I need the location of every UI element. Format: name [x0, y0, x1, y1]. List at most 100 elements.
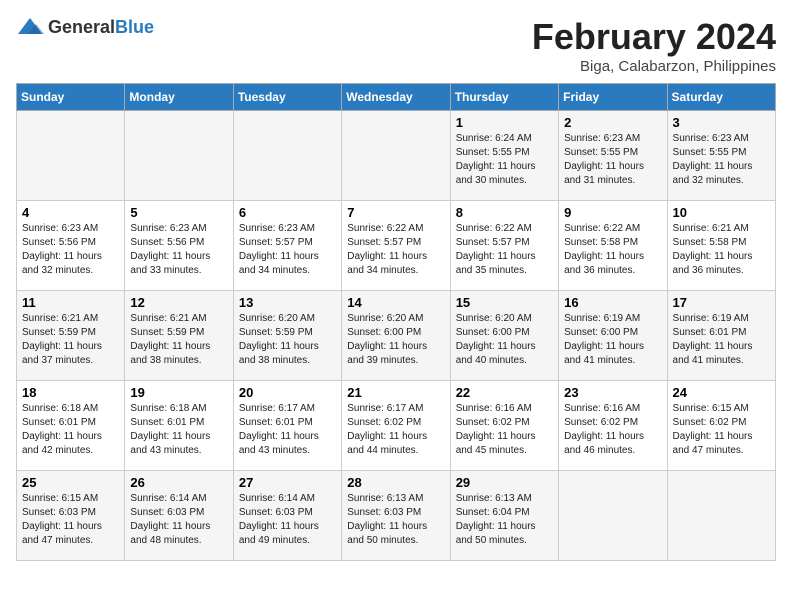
day-number: 12: [130, 295, 227, 310]
calendar-cell: 11Sunrise: 6:21 AM Sunset: 5:59 PM Dayli…: [17, 291, 125, 381]
day-info: Sunrise: 6:18 AM Sunset: 6:01 PM Dayligh…: [130, 402, 227, 458]
calendar-cell: 2 Sunrise: 6:23 AM Sunset: 5:55 PM Daylig…: [559, 111, 667, 201]
day-number: 19: [130, 385, 227, 400]
day-info: Sunrise: 6:21 AM Sunset: 5:59 PM Dayligh…: [130, 312, 227, 368]
day-info: Sunrise: 6:17 AM Sunset: 6:01 PM Dayligh…: [239, 402, 336, 458]
day-info: Sunrise: 6:24 AM Sunset: 5:55 PM Dayligh…: [456, 132, 553, 188]
day-number: 14: [347, 295, 444, 310]
calendar-cell: 29Sunrise: 6:13 AM Sunset: 6:04 PM Dayli…: [450, 471, 558, 561]
logo-general: General: [48, 17, 115, 37]
logo-blue: Blue: [115, 17, 154, 37]
day-number: 22: [456, 385, 553, 400]
day-number: 24: [673, 385, 770, 400]
calendar-cell: [17, 111, 125, 201]
day-info: Sunrise: 6:23 AM Sunset: 5:56 PM Dayligh…: [130, 222, 227, 278]
calendar-cell: 7 Sunrise: 6:22 AM Sunset: 5:57 PM Daylig…: [342, 201, 450, 291]
calendar-cell: 18 Sunrise: 6:18 AM Sunset: 6:01 PM Dayli…: [17, 381, 125, 471]
day-info: Sunrise: 6:14 AM Sunset: 6:03 PM Dayligh…: [130, 492, 227, 548]
calendar-cell: 13Sunrise: 6:20 AM Sunset: 5:59 PM Dayli…: [233, 291, 341, 381]
day-info: Sunrise: 6:14 AM Sunset: 6:03 PM Dayligh…: [239, 492, 336, 548]
calendar-week-row: 18 Sunrise: 6:18 AM Sunset: 6:01 PM Dayli…: [17, 381, 776, 471]
calendar-cell: [233, 111, 341, 201]
calendar-cell: 4 Sunrise: 6:23 AM Sunset: 5:56 PM Daylig…: [17, 201, 125, 291]
day-number: 18: [22, 385, 119, 400]
calendar-cell: 25Sunrise: 6:15 AM Sunset: 6:03 PM Dayli…: [17, 471, 125, 561]
calendar-cell: 28 Sunrise: 6:13 AM Sunset: 6:03 PM Dayli…: [342, 471, 450, 561]
day-number: 9: [564, 205, 661, 220]
calendar-cell: 6 Sunrise: 6:23 AM Sunset: 5:57 PM Daylig…: [233, 201, 341, 291]
day-number: 8: [456, 205, 553, 220]
calendar-cell: 15Sunrise: 6:20 AM Sunset: 6:00 PM Dayli…: [450, 291, 558, 381]
day-header-saturday: Saturday: [667, 84, 775, 111]
day-number: 4: [22, 205, 119, 220]
day-number: 20: [239, 385, 336, 400]
day-info: Sunrise: 6:13 AM Sunset: 6:04 PM Dayligh…: [456, 492, 553, 548]
calendar-cell: 17 Sunrise: 6:19 AM Sunset: 6:01 PM Dayli…: [667, 291, 775, 381]
day-info: Sunrise: 6:13 AM Sunset: 6:03 PM Dayligh…: [347, 492, 444, 548]
calendar-cell: 14 Sunrise: 6:20 AM Sunset: 6:00 PM Dayli…: [342, 291, 450, 381]
day-number: 26: [130, 475, 227, 490]
calendar-table: SundayMondayTuesdayWednesdayThursdayFrid…: [16, 83, 776, 561]
day-info: Sunrise: 6:23 AM Sunset: 5:56 PM Dayligh…: [22, 222, 119, 278]
day-number: 2: [564, 115, 661, 130]
day-number: 17: [673, 295, 770, 310]
calendar-cell: 23Sunrise: 6:16 AM Sunset: 6:02 PM Dayli…: [559, 381, 667, 471]
calendar-cell: 5 Sunrise: 6:23 AM Sunset: 5:56 PM Daylig…: [125, 201, 233, 291]
day-info: Sunrise: 6:20 AM Sunset: 6:00 PM Dayligh…: [456, 312, 553, 368]
calendar-cell: 20 Sunrise: 6:17 AM Sunset: 6:01 PM Dayli…: [233, 381, 341, 471]
main-title: February 2024: [532, 16, 776, 58]
logo: GeneralBlue: [16, 16, 154, 38]
calendar-cell: 22 Sunrise: 6:16 AM Sunset: 6:02 PM Dayli…: [450, 381, 558, 471]
day-number: 6: [239, 205, 336, 220]
day-info: Sunrise: 6:23 AM Sunset: 5:55 PM Dayligh…: [564, 132, 661, 188]
day-number: 25: [22, 475, 119, 490]
calendar-cell: 12 Sunrise: 6:21 AM Sunset: 5:59 PM Dayli…: [125, 291, 233, 381]
day-number: 1: [456, 115, 553, 130]
title-area: February 2024 Biga, Calabarzon, Philippi…: [532, 16, 776, 75]
day-number: 16: [564, 295, 661, 310]
day-info: Sunrise: 6:19 AM Sunset: 6:00 PM Dayligh…: [564, 312, 661, 368]
calendar-week-row: 4 Sunrise: 6:23 AM Sunset: 5:56 PM Daylig…: [17, 201, 776, 291]
day-header-friday: Friday: [559, 84, 667, 111]
day-header-tuesday: Tuesday: [233, 84, 341, 111]
day-info: Sunrise: 6:21 AM Sunset: 5:59 PM Dayligh…: [22, 312, 119, 368]
day-number: 28: [347, 475, 444, 490]
day-info: Sunrise: 6:16 AM Sunset: 6:02 PM Dayligh…: [456, 402, 553, 458]
day-info: Sunrise: 6:15 AM Sunset: 6:02 PM Dayligh…: [673, 402, 770, 458]
logo-icon: [16, 16, 44, 38]
calendar-cell: [559, 471, 667, 561]
calendar-cell: 21 Sunrise: 6:17 AM Sunset: 6:02 PM Dayli…: [342, 381, 450, 471]
calendar-cell: 10Sunrise: 6:21 AM Sunset: 5:58 PM Dayli…: [667, 201, 775, 291]
day-info: Sunrise: 6:19 AM Sunset: 6:01 PM Dayligh…: [673, 312, 770, 368]
day-number: 23: [564, 385, 661, 400]
calendar-cell: [667, 471, 775, 561]
calendar-cell: [125, 111, 233, 201]
day-header-wednesday: Wednesday: [342, 84, 450, 111]
day-info: Sunrise: 6:17 AM Sunset: 6:02 PM Dayligh…: [347, 402, 444, 458]
calendar-cell: 3Sunrise: 6:23 AM Sunset: 5:55 PM Daylig…: [667, 111, 775, 201]
day-info: Sunrise: 6:21 AM Sunset: 5:58 PM Dayligh…: [673, 222, 770, 278]
day-info: Sunrise: 6:20 AM Sunset: 5:59 PM Dayligh…: [239, 312, 336, 368]
day-info: Sunrise: 6:23 AM Sunset: 5:55 PM Dayligh…: [673, 132, 770, 188]
day-number: 21: [347, 385, 444, 400]
day-info: Sunrise: 6:18 AM Sunset: 6:01 PM Dayligh…: [22, 402, 119, 458]
subtitle: Biga, Calabarzon, Philippines: [532, 58, 776, 75]
day-info: Sunrise: 6:22 AM Sunset: 5:57 PM Dayligh…: [347, 222, 444, 278]
calendar-header-row: SundayMondayTuesdayWednesdayThursdayFrid…: [17, 84, 776, 111]
day-header-sunday: Sunday: [17, 84, 125, 111]
header: GeneralBlue February 2024 Biga, Calabarz…: [16, 16, 776, 75]
calendar-cell: 27 Sunrise: 6:14 AM Sunset: 6:03 PM Dayli…: [233, 471, 341, 561]
day-info: Sunrise: 6:23 AM Sunset: 5:57 PM Dayligh…: [239, 222, 336, 278]
calendar-cell: 26 Sunrise: 6:14 AM Sunset: 6:03 PM Dayli…: [125, 471, 233, 561]
calendar-cell: [342, 111, 450, 201]
calendar-week-row: 1 Sunrise: 6:24 AM Sunset: 5:55 PM Daylig…: [17, 111, 776, 201]
calendar-cell: 24 Sunrise: 6:15 AM Sunset: 6:02 PM Dayli…: [667, 381, 775, 471]
day-info: Sunrise: 6:20 AM Sunset: 6:00 PM Dayligh…: [347, 312, 444, 368]
calendar-cell: 1 Sunrise: 6:24 AM Sunset: 5:55 PM Daylig…: [450, 111, 558, 201]
calendar-cell: 8 Sunrise: 6:22 AM Sunset: 5:57 PM Daylig…: [450, 201, 558, 291]
day-number: 27: [239, 475, 336, 490]
day-info: Sunrise: 6:22 AM Sunset: 5:58 PM Dayligh…: [564, 222, 661, 278]
day-number: 7: [347, 205, 444, 220]
day-info: Sunrise: 6:22 AM Sunset: 5:57 PM Dayligh…: [456, 222, 553, 278]
day-number: 5: [130, 205, 227, 220]
